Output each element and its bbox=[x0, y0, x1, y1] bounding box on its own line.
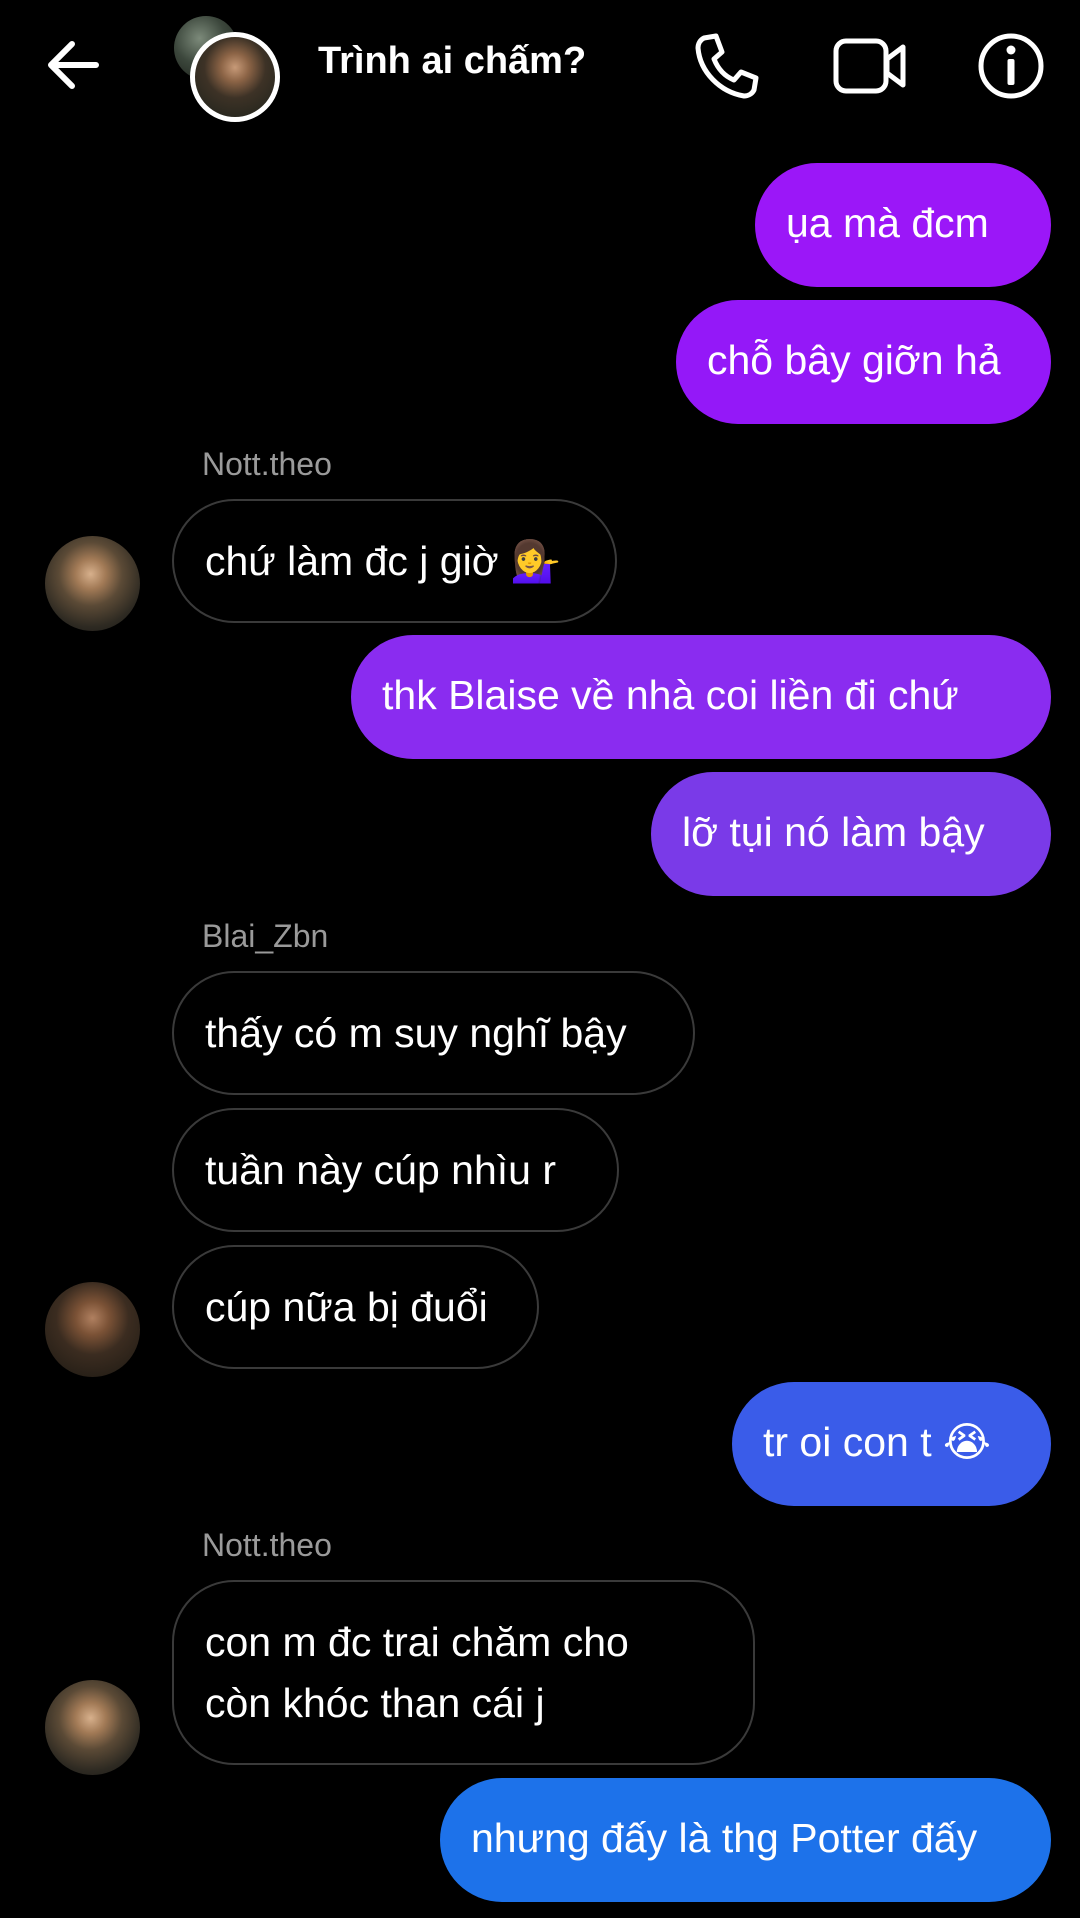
incoming-message[interactable]: chứ làm đc j giờ 💁‍♀️ bbox=[172, 499, 617, 623]
message-text-line: con m đc trai chăm cho bbox=[205, 1619, 629, 1665]
message-text: chỗ bây giỡn hả bbox=[707, 337, 1001, 383]
group-member-avatar bbox=[190, 32, 280, 122]
back-button[interactable] bbox=[40, 30, 110, 100]
phone-icon bbox=[695, 33, 759, 99]
message-text: tr oi con t bbox=[763, 1419, 932, 1465]
outgoing-message[interactable]: tr oi con t 😭 bbox=[732, 1382, 1051, 1506]
sender-name: Nott.theo bbox=[202, 446, 332, 482]
message-text: thk Blaise về nhà coi liền đi chứ bbox=[382, 672, 959, 718]
outgoing-message[interactable]: chỗ bây giỡn hả bbox=[676, 300, 1051, 424]
message-text-line: còn khóc than cái j bbox=[205, 1680, 545, 1726]
call-button[interactable] bbox=[690, 30, 762, 102]
sender-avatar[interactable] bbox=[45, 1680, 140, 1775]
incoming-message[interactable]: thấy có m suy nghĩ bậy bbox=[172, 971, 695, 1095]
outgoing-message[interactable]: thk Blaise về nhà coi liền đi chứ bbox=[351, 635, 1051, 759]
incoming-message[interactable]: tuần này cúp nhìu r bbox=[172, 1108, 619, 1232]
outgoing-message[interactable]: ụa mà đcm bbox=[755, 163, 1051, 287]
info-button[interactable] bbox=[975, 30, 1047, 102]
sender-avatar[interactable] bbox=[45, 1282, 140, 1377]
video-call-button[interactable] bbox=[832, 30, 906, 102]
message-text: nhưng đấy là thg Potter đấy bbox=[471, 1815, 978, 1861]
chat-header: Trình ai chấm? bbox=[0, 0, 1080, 135]
arrow-left-icon bbox=[48, 41, 99, 89]
message-text: cúp nữa bị đuổi bbox=[205, 1284, 488, 1330]
info-icon bbox=[978, 33, 1044, 99]
message-text: lỡ tụi nó làm bậy bbox=[682, 809, 985, 855]
sender-name: Blai_Zbn bbox=[202, 918, 329, 954]
message-text: chứ làm đc j giờ bbox=[205, 538, 499, 584]
outgoing-message[interactable]: lỡ tụi nó làm bậy bbox=[651, 772, 1051, 896]
chat-title[interactable]: Trình ai chấm? bbox=[318, 40, 586, 83]
group-avatar[interactable] bbox=[170, 14, 280, 122]
message-text: ụa mà đcm bbox=[786, 200, 989, 246]
emoji: 😭 bbox=[943, 1419, 991, 1465]
outgoing-message[interactable]: nhưng đấy là thg Potter đấy bbox=[440, 1778, 1051, 1902]
sender-avatar[interactable] bbox=[45, 536, 140, 631]
incoming-message[interactable]: cúp nữa bị đuổi bbox=[172, 1245, 539, 1369]
incoming-message[interactable]: con m đc trai chăm cho còn khóc than cái… bbox=[172, 1580, 755, 1765]
emoji: 💁‍♀️ bbox=[510, 538, 562, 584]
sender-name: Nott.theo bbox=[202, 1527, 332, 1563]
message-text: thấy có m suy nghĩ bậy bbox=[205, 1010, 627, 1056]
video-camera-icon bbox=[833, 38, 906, 94]
message-text: tuần này cúp nhìu r bbox=[205, 1147, 557, 1193]
